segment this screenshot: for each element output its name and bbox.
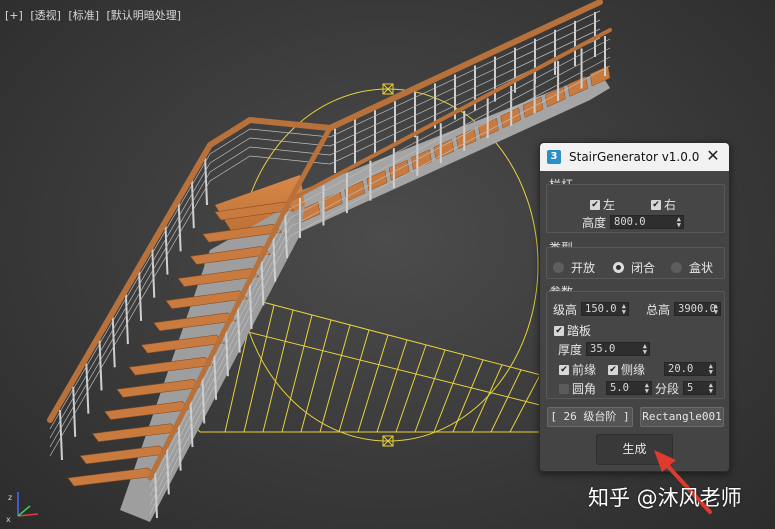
round-checkbox[interactable]: ✔ 圆角 — [559, 380, 596, 397]
stair-generator-panel: 3 StairGenerator v1.0.0 ✕ 栏杆 ✔ 左 ✔ 右 高度 … — [539, 142, 730, 472]
railing-height-spinner[interactable]: 800.0 ▲ ▼ — [610, 215, 684, 229]
railings — [47, 0, 612, 519]
viewport-menu-shading[interactable]: [默认明暗处理] — [107, 9, 182, 22]
side-edge-checkbox[interactable]: ✔ 侧缘 — [608, 361, 645, 378]
svg-text:x: x — [6, 515, 11, 524]
railing-height-value: 800.0 — [614, 216, 646, 228]
railing-height-label: 高度 — [582, 216, 607, 230]
step-count-button[interactable]: [ 26 级台阶 ] — [547, 407, 633, 427]
segments-value: 5 — [687, 382, 694, 394]
svg-text:z: z — [8, 493, 12, 502]
pick-shape-button[interactable]: Rectangle001 — [640, 407, 724, 427]
checkbox-empty-icon: ✔ — [559, 383, 569, 394]
side-edge-spinner[interactable]: 20.0 ▲ ▼ — [664, 362, 716, 376]
spinner-arrows-icon[interactable]: ▲ ▼ — [714, 303, 718, 315]
viewport-menu-perspective[interactable]: [透视] — [30, 9, 61, 22]
radio-icon — [553, 262, 564, 273]
total-height-label: 总高 — [646, 303, 671, 317]
radio-icon — [671, 262, 682, 273]
railing-left-checkbox[interactable]: ✔ 左 — [590, 196, 615, 213]
spinner-arrows-icon[interactable]: ▲ ▼ — [643, 343, 647, 355]
tread-label: 踏板 — [567, 324, 592, 338]
spinner-arrows-icon[interactable]: ▲ ▼ — [709, 382, 713, 394]
railing-right-checkbox[interactable]: ✔ 右 — [651, 196, 676, 213]
rise-spinner[interactable]: 150.0 ▲ ▼ — [581, 302, 629, 316]
tread-checkbox[interactable]: ✔ 踏板 — [554, 322, 591, 339]
railing-right-label: 右 — [664, 198, 677, 212]
spinner-arrows-icon[interactable]: ▲ ▼ — [622, 303, 626, 315]
total-height-spinner[interactable]: 3900.0 ▲ ▼ — [674, 302, 721, 316]
viewport-menu-plus[interactable]: [+] — [5, 9, 23, 22]
check-icon: ✔ — [559, 364, 569, 375]
round-label: 圆角 — [572, 382, 597, 396]
check-icon: ✔ — [590, 199, 600, 210]
type-closed-label: 闭合 — [631, 261, 656, 275]
type-open-radio[interactable]: 开放 — [553, 259, 595, 276]
type-open-label: 开放 — [571, 261, 596, 275]
type-closed-radio[interactable]: 闭合 — [613, 259, 655, 276]
thickness-label: 厚度 — [558, 343, 583, 357]
spinner-arrows-icon[interactable]: ▲ ▼ — [645, 382, 649, 394]
thickness-value: 35.0 — [590, 343, 616, 355]
type-box-radio[interactable]: 盒状 — [671, 259, 713, 276]
round-value: 5.0 — [610, 382, 629, 394]
viewport-label-bar: [+] [透视] [标准] [默认明暗处理] — [5, 7, 185, 23]
side-edge-label: 侧缘 — [621, 363, 646, 377]
segments-spinner[interactable]: 5 ▲ ▼ — [683, 381, 716, 395]
watermark: 知乎 @沐风老师 — [588, 486, 742, 510]
spinner-arrows-icon[interactable]: ▲ ▼ — [709, 363, 713, 375]
spinner-arrows-icon[interactable]: ▲ ▼ — [677, 216, 681, 228]
side-edge-value: 20.0 — [668, 363, 694, 375]
front-edge-label: 前缘 — [572, 363, 597, 377]
type-box-label: 盒状 — [689, 261, 714, 275]
total-height-value: 3900.0 — [678, 303, 716, 315]
rise-value: 150.0 — [585, 303, 617, 315]
front-edge-checkbox[interactable]: ✔ 前缘 — [559, 361, 596, 378]
panel-titlebar[interactable]: 3 StairGenerator v1.0.0 ✕ — [540, 143, 729, 171]
app-3dsmax-icon: 3 — [547, 150, 561, 164]
axis-gizmo-icon: z x — [6, 492, 39, 524]
round-spinner[interactable]: 5.0 ▲ ▼ — [606, 381, 652, 395]
thickness-spinner[interactable]: 35.0 ▲ ▼ — [586, 342, 650, 356]
railing-left-label: 左 — [603, 198, 616, 212]
radio-selected-icon — [613, 262, 624, 273]
check-icon: ✔ — [554, 325, 564, 336]
rise-label: 级高 — [553, 303, 578, 317]
check-icon: ✔ — [608, 364, 618, 375]
viewport-menu-standard[interactable]: [标准] — [68, 9, 99, 22]
close-icon[interactable]: ✕ — [705, 148, 721, 164]
panel-title: StairGenerator v1.0.0 — [569, 150, 700, 164]
check-icon: ✔ — [651, 199, 661, 210]
segments-label: 分段 — [655, 382, 680, 396]
